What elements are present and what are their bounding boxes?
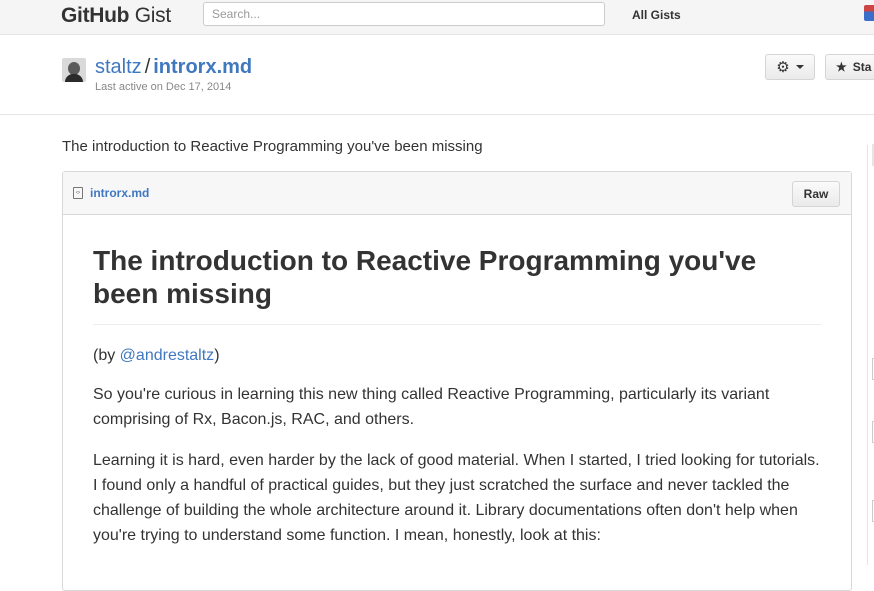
search-input[interactable] (203, 2, 605, 26)
star-icon: ★ (836, 60, 847, 74)
gist-description: The introduction to Reactive Programming… (62, 138, 483, 155)
author-credit: (by @andrestaltz) (93, 343, 822, 368)
avatar-body-shape (65, 74, 83, 82)
star-button[interactable]: ★ Sta (825, 54, 874, 80)
raw-button[interactable]: Raw (792, 181, 840, 207)
logo-github-text: GitHub (61, 4, 130, 27)
author-link[interactable]: @andrestaltz (120, 347, 215, 364)
intro-paragraph: So you're curious in learning this new t… (93, 386, 770, 428)
file-header: ‹› introrx.md Raw (63, 172, 851, 215)
learning-paragraph: Learning it is hard, even harder by the … (93, 452, 820, 544)
file-name-link[interactable]: introrx.md (90, 186, 149, 200)
gear-icon: ⚙ (776, 58, 790, 76)
all-gists-link[interactable]: All Gists (632, 8, 681, 22)
content-heading: The introduction to Reactive Programming… (93, 244, 822, 325)
file-container: ‹› introrx.md Raw The introduction to Re… (62, 171, 852, 591)
settings-dropdown-button[interactable]: ⚙ (765, 54, 815, 80)
file-code-icon: ‹› (73, 187, 83, 199)
owner-link[interactable]: staltz (95, 56, 142, 78)
user-avatar[interactable] (864, 5, 874, 21)
last-active-text: Last active on Dec 17, 2014 (95, 81, 232, 93)
gist-title: staltz / introrx.md (95, 56, 252, 79)
top-bar: GitHub Gist All Gists (0, 0, 874, 35)
sidebar-divider (867, 145, 868, 565)
gist-name-link[interactable]: introrx.md (153, 56, 252, 78)
logo-gist-text: Gist (134, 4, 171, 27)
owner-avatar[interactable] (62, 58, 86, 82)
credit-suffix: ) (214, 347, 220, 364)
markdown-body: The introduction to Reactive Programming… (93, 244, 822, 548)
gist-header: staltz / introrx.md Last active on Dec 17,… (0, 35, 874, 115)
credit-prefix: (by (93, 347, 120, 364)
title-separator: / (144, 56, 151, 78)
star-label: Sta (852, 60, 872, 74)
chevron-down-icon (795, 65, 804, 69)
github-gist-logo[interactable]: GitHub Gist (61, 4, 171, 28)
